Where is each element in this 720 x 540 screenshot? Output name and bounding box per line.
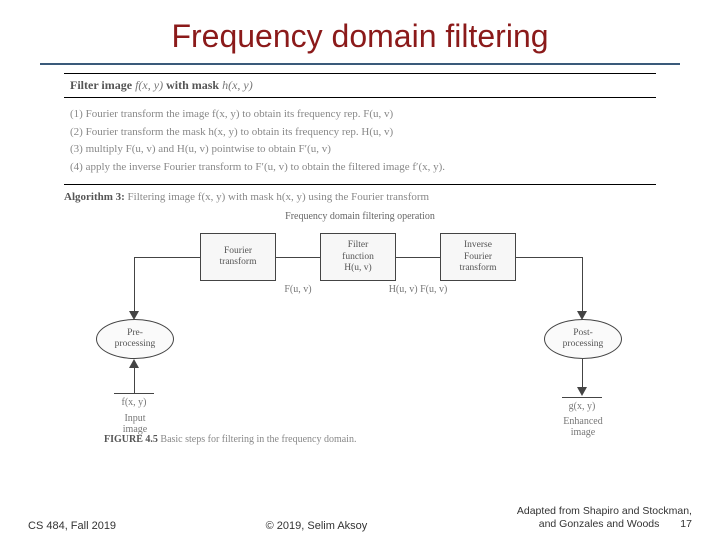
connector xyxy=(114,393,154,394)
attrib-line-2-text: and Gonzales and Woods xyxy=(539,518,660,530)
label-fxy: f(x, y) xyxy=(112,397,156,408)
box-filter-function: FilterfunctionH(u, v) xyxy=(320,233,396,281)
box-fourier-transform: Fouriertransform xyxy=(200,233,276,281)
oval-pre-processing: Pre-processing xyxy=(96,319,174,359)
slide-footer: CS 484, Fall 2019 © 2019, Selim Aksoy Ad… xyxy=(0,505,720,532)
flow-diagram: Frequency domain filtering operation Fou… xyxy=(70,211,650,441)
algo-head-prefix: Filter image xyxy=(70,78,135,92)
algo-step-2: (2) Fourier transform the mask h(x, y) t… xyxy=(70,124,650,142)
algo-caption-label: Algorithm 3: xyxy=(64,191,125,203)
algo-step-4: (4) apply the inverse Fourier transform … xyxy=(70,159,650,177)
attrib-line-1: Adapted from Shapiro and Stockman, xyxy=(517,505,692,519)
algorithm-header: Filter image f(x, y) with mask h(x, y) xyxy=(64,74,656,98)
algorithm-box: Filter image f(x, y) with mask h(x, y) (… xyxy=(64,73,656,185)
connector xyxy=(134,257,135,317)
algorithm-caption: Algorithm 3: Filtering image f(x, y) wit… xyxy=(64,191,656,203)
algo-head-mid: with mask xyxy=(163,78,222,92)
label-enhanced-image: Enhancedimage xyxy=(550,416,616,438)
algo-head-f: f(x, y) xyxy=(135,78,163,92)
connector xyxy=(134,367,135,393)
footer-copyright: © 2019, Selim Aksoy xyxy=(266,520,368,532)
algo-caption-text: Filtering image f(x, y) with mask h(x, y… xyxy=(125,191,429,203)
label-input-image: Inputimage xyxy=(108,413,162,435)
connector xyxy=(562,397,602,398)
connector xyxy=(396,257,440,258)
title-rule xyxy=(40,63,680,65)
label-HFuv: H(u, v) F(u, v) xyxy=(376,284,460,295)
box-inverse-fourier: InverseFouriertransform xyxy=(440,233,516,281)
figure-caption: FIGURE 4.5 Basic steps for filtering in … xyxy=(104,434,356,445)
footer-course: CS 484, Fall 2019 xyxy=(28,520,116,532)
figure-text: Basic steps for filtering in the frequen… xyxy=(158,434,357,445)
footer-attribution: Adapted from Shapiro and Stockman, and G… xyxy=(517,505,692,532)
algo-step-1: (1) Fourier transform the image f(x, y) … xyxy=(70,106,650,124)
connector xyxy=(276,257,320,258)
arrowhead-down-icon xyxy=(577,387,587,396)
oval-post-processing: Post-processing xyxy=(544,319,622,359)
page-title: Frequency domain filtering xyxy=(0,0,720,63)
algo-step-3: (3) multiply F(u, v) and H(u, v) pointwi… xyxy=(70,141,650,159)
connector xyxy=(582,257,583,317)
algorithm-steps: (1) Fourier transform the image f(x, y) … xyxy=(64,98,656,184)
diagram-title: Frequency domain filtering operation xyxy=(70,211,650,222)
slide-number: 17 xyxy=(680,518,692,532)
algo-head-h: h(x, y) xyxy=(222,78,253,92)
attrib-line-2: and Gonzales and Woods 17 xyxy=(517,518,692,532)
label-gxy: g(x, y) xyxy=(560,401,604,412)
figure-label: FIGURE 4.5 xyxy=(104,434,158,445)
connector xyxy=(516,257,582,258)
label-Fuv: F(u, v) xyxy=(270,284,326,295)
connector xyxy=(134,257,200,258)
